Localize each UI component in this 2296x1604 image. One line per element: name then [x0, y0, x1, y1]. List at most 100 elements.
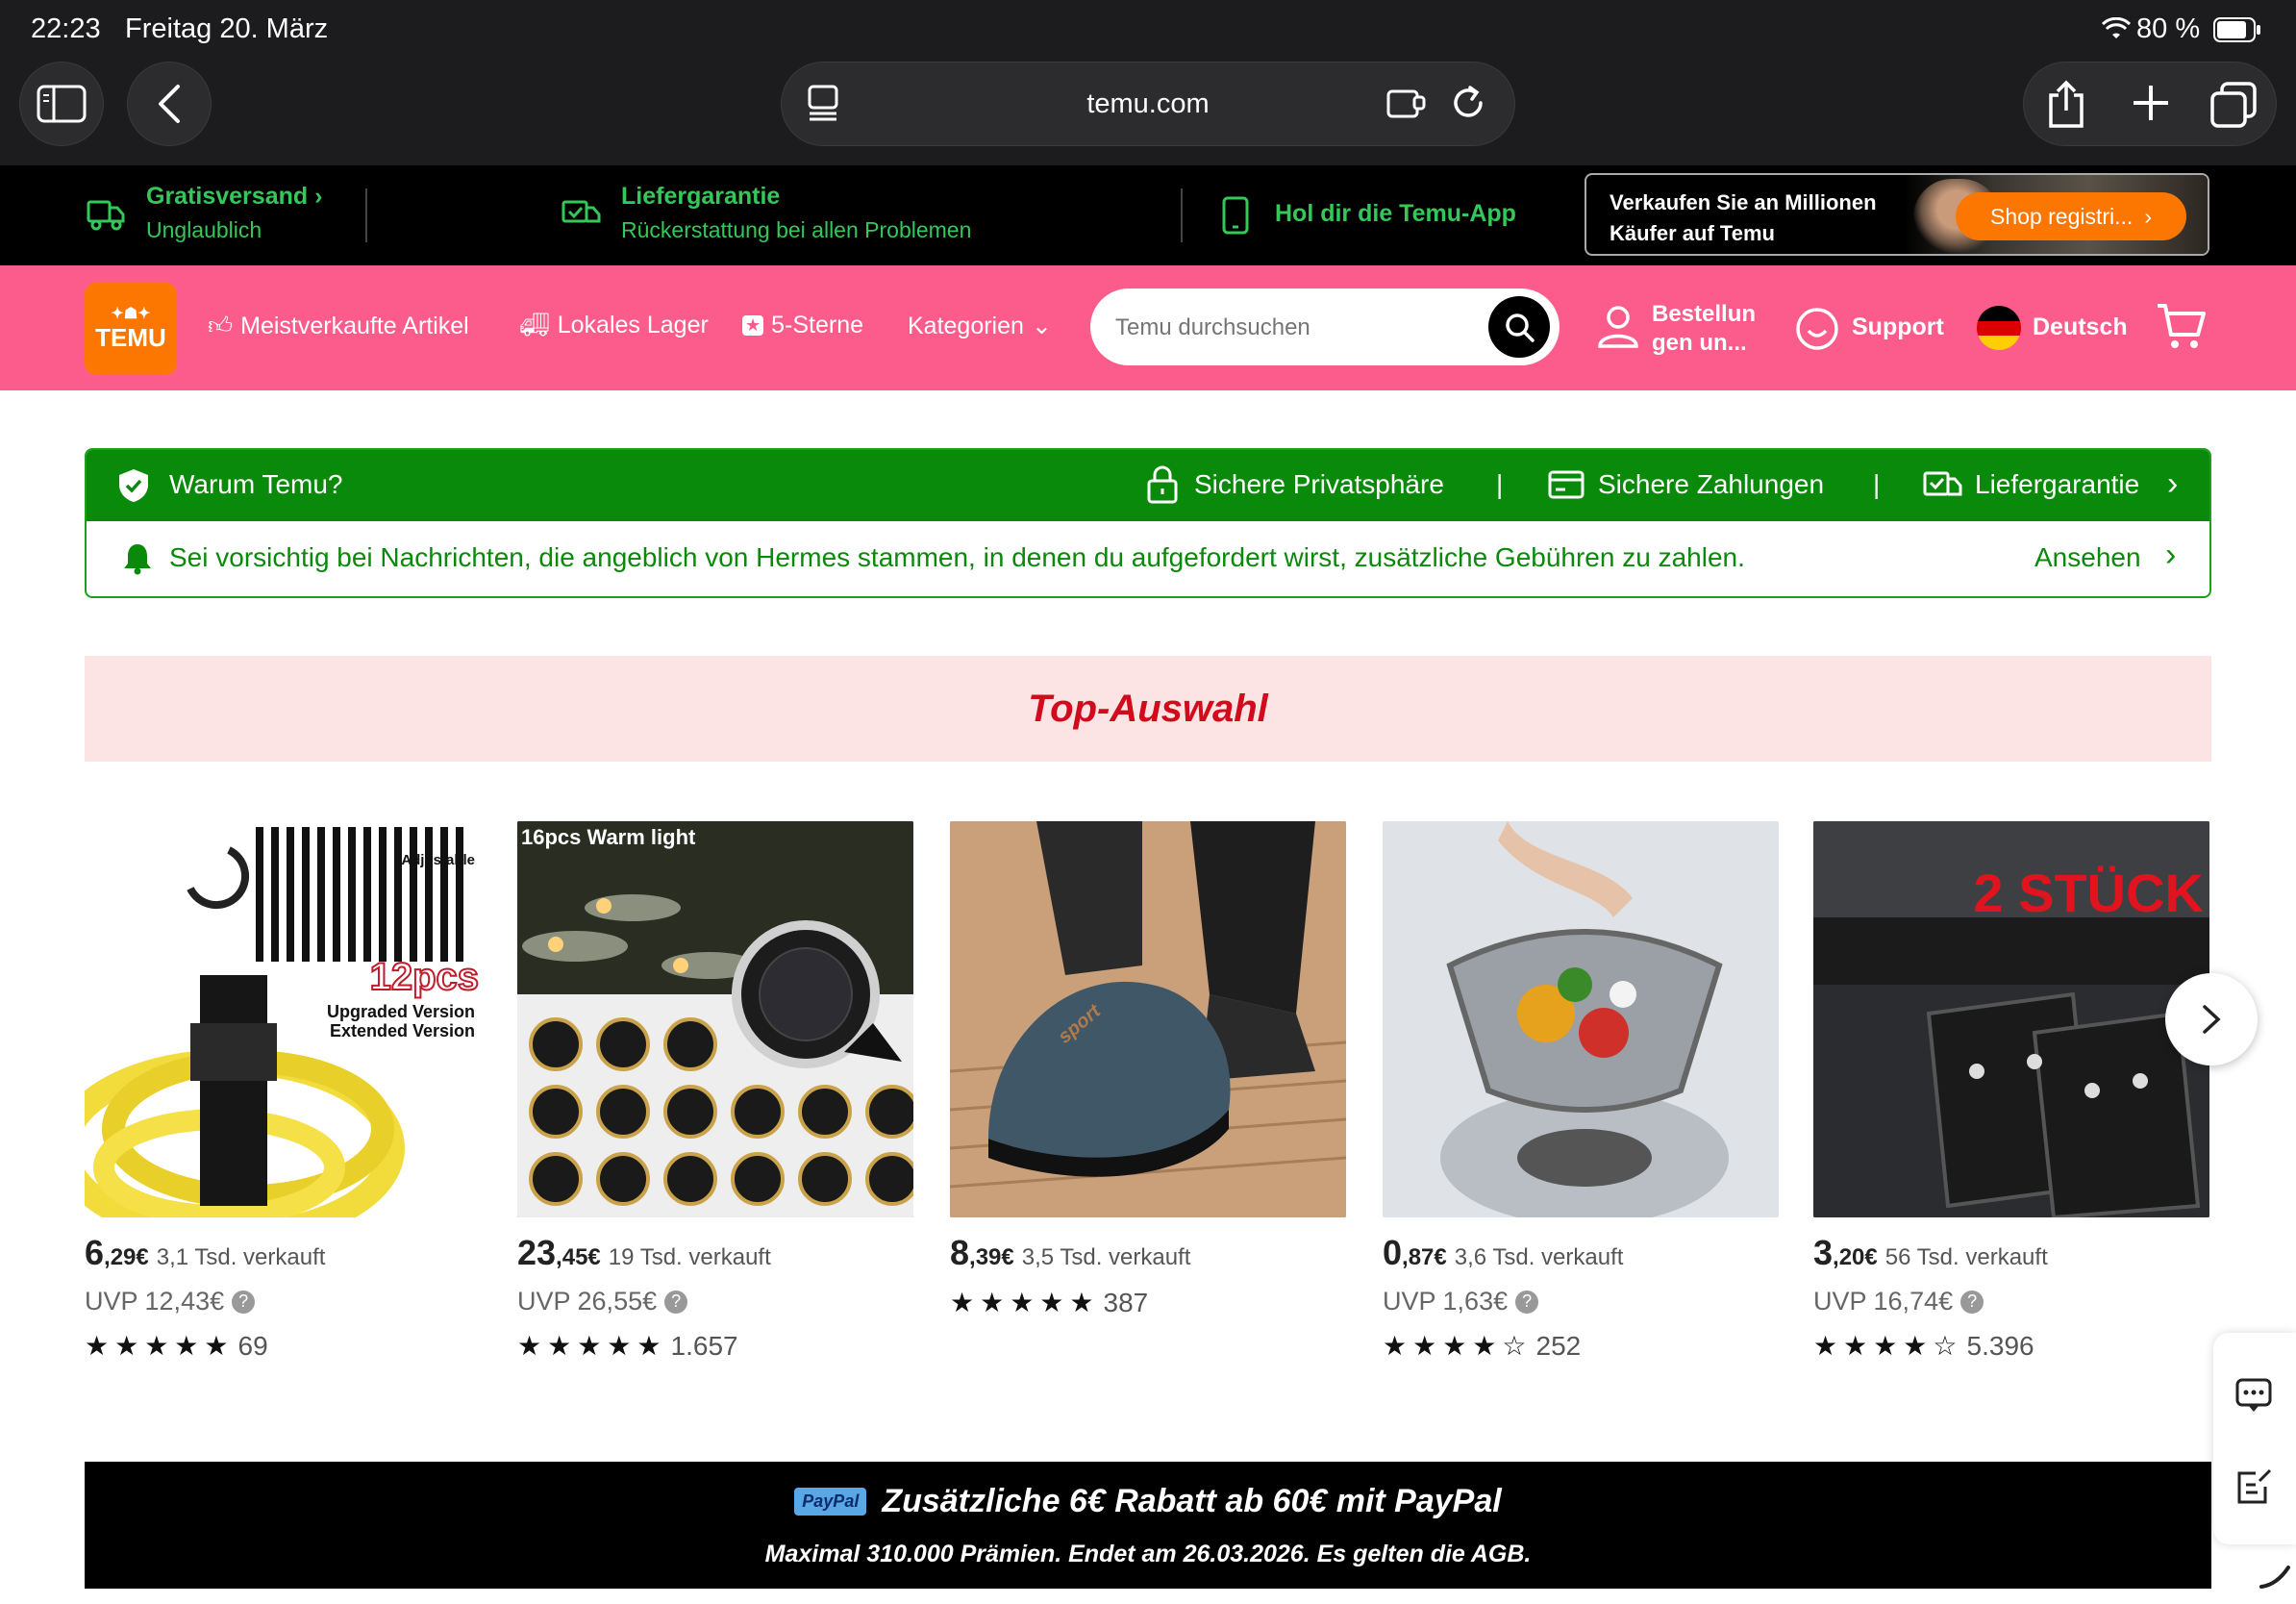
uvp-line: UVP 26,55€?	[517, 1287, 913, 1316]
image-label: 16pcs Warm light	[521, 825, 696, 849]
product-card[interactable]: 0,87€ 3,6 Tsd. verkauft UVP 1,63€? ★★★★☆…	[1383, 821, 1779, 1362]
price-decimal: ,87€	[1402, 1244, 1447, 1270]
battery-icon	[2213, 17, 2261, 47]
shop-register-button[interactable]: Shop registri... ›	[1956, 192, 2186, 240]
extension-icon[interactable]	[1385, 84, 1428, 127]
feedback-icon[interactable]	[2236, 1467, 2273, 1511]
paypal-title: Zusätzliche 6€ Rabatt ab 60€ mit PayPal	[882, 1483, 1502, 1519]
product-card[interactable]: 2 STÜCK 3,20€ 56 Tsd. verkauft UVP 16,74…	[1813, 821, 2209, 1362]
price-integer: 0	[1383, 1233, 1403, 1272]
product-card[interactable]: sport 8,39€ 3,5 Tsd. verkauft ★★★★★ 387	[950, 821, 1346, 1318]
rating: ★★★★★ 69	[85, 1330, 481, 1362]
star-rating: ★★★★☆	[1383, 1331, 1533, 1361]
why-temu-header[interactable]: Warum Temu? Sichere Privatsphäre | Siche…	[87, 450, 2209, 521]
search-button[interactable]	[1488, 296, 1550, 358]
browser-actions	[2023, 62, 2277, 146]
review-count: 252	[1535, 1330, 1582, 1361]
rating: ★★★★★ 387	[950, 1287, 1346, 1318]
help-icon[interactable]: ?	[1960, 1290, 1984, 1314]
uvp-line: UVP 16,74€?	[1813, 1287, 2209, 1316]
chat-icon[interactable]	[2234, 1377, 2273, 1418]
sold-count: 56 Tsd. verkauft	[1884, 1244, 2048, 1270]
new-tab-icon[interactable]	[2132, 84, 2170, 127]
side-widget-panel	[2213, 1333, 2296, 1544]
shipping-title[interactable]: Gratisversand ›	[146, 183, 322, 211]
uvp-price: UVP 12,43€	[85, 1287, 225, 1316]
product-image[interactable]	[1383, 821, 1779, 1217]
nav-categories[interactable]: Kategorien ⌄	[908, 312, 1052, 340]
paypal-title-row: PayPal Zusätzliche 6€ Rabatt ab 60€ mit …	[85, 1483, 2211, 1520]
delivery-check-icon	[562, 194, 602, 238]
share-icon[interactable]	[2045, 80, 2087, 135]
search-input[interactable]	[1113, 304, 1463, 352]
cart-icon[interactable]	[2156, 302, 2208, 357]
shipping-sub: Unglaublich	[146, 217, 262, 242]
price-integer: 3	[1813, 1233, 1834, 1272]
view-link[interactable]: Ansehen	[2034, 542, 2141, 573]
search-icon	[1506, 313, 1535, 342]
seller-line2: Käufer auf Temu	[1610, 221, 1775, 245]
sidebar-toggle-button[interactable]	[19, 62, 104, 146]
review-count: 1.657	[670, 1330, 738, 1361]
delivery-title: Liefergarantie	[621, 183, 781, 210]
promo-bar: Gratisversand › Unglaublich Liefergarant…	[0, 165, 2296, 265]
temu-logo[interactable]: ✦☗✦ TEMU	[85, 283, 177, 375]
delivery-sub: Rückerstattung bei allen Problemen	[621, 217, 972, 242]
product-image[interactable]: 16pcs Warm light	[517, 821, 913, 1217]
top-picks-banner[interactable]: Top-Auswahl	[85, 656, 2211, 762]
chevron-right-icon	[2203, 1005, 2221, 1034]
price-decimal: ,20€	[1833, 1244, 1878, 1270]
hermes-notice[interactable]: Sei vorsichtig bei Nachrichten, die ange…	[87, 521, 2209, 596]
paypal-promo[interactable]: PayPal Zusätzliche 6€ Rabatt ab 60€ mit …	[85, 1462, 2211, 1589]
sidebar-icon	[37, 85, 87, 123]
nav-five-star[interactable]: ★ 5-Sterne	[742, 312, 863, 339]
product-image[interactable]: 2 STÜCK	[1813, 821, 2209, 1217]
user-icon[interactable]	[1596, 304, 1640, 355]
divider	[1181, 188, 1183, 242]
bell-icon	[123, 542, 152, 582]
image-label: Extended Version	[329, 1021, 475, 1040]
rating: ★★★★☆ 5.396	[1813, 1330, 2209, 1362]
price-line: 8,39€ 3,5 Tsd. verkauft	[950, 1233, 1346, 1273]
tabs-overview-icon[interactable]	[2210, 82, 2257, 133]
product-image[interactable]: Adjustable 12pcs Upgraded Version Extend…	[85, 821, 481, 1217]
pencil-scribble-icon	[2258, 1564, 2292, 1595]
get-app-link[interactable]: Hol dir die Temu-App	[1275, 200, 1516, 228]
status-date: Freitag 20. März	[125, 13, 329, 44]
help-icon[interactable]: ?	[664, 1290, 688, 1314]
card-icon	[1548, 469, 1585, 507]
product-image[interactable]: sport	[950, 821, 1346, 1217]
phone-icon	[1221, 196, 1250, 239]
image-label: Adjustable	[401, 852, 475, 868]
chevron-right-icon: ›	[2167, 465, 2179, 502]
product-card[interactable]: Adjustable 12pcs Upgraded Version Extend…	[85, 821, 481, 1362]
logo-text: TEMU	[95, 322, 166, 352]
lock-icon	[1146, 465, 1179, 511]
separator: |	[1873, 469, 1881, 499]
seller-banner[interactable]: Verkaufen Sie an Millionen Käufer auf Te…	[1585, 173, 2209, 256]
back-button[interactable]	[127, 62, 212, 146]
payments-label: Sichere Zahlungen	[1598, 469, 1825, 499]
privacy-label: Sichere Privatsphäre	[1194, 469, 1444, 499]
logo-glyphs: ✦☗✦	[111, 305, 151, 322]
price-integer: 6	[85, 1233, 105, 1272]
help-icon[interactable]: ?	[1515, 1290, 1539, 1314]
nav-local-warehouse[interactable]: 🚚︎ Lokales Lager	[519, 312, 709, 339]
battery-percent: 80 %	[2136, 13, 2201, 44]
german-flag-icon[interactable]	[1977, 306, 2021, 350]
price-integer: 23	[517, 1233, 557, 1272]
carousel-next-button[interactable]	[2165, 973, 2258, 1065]
chevron-down-icon: ⌄	[1031, 313, 1052, 339]
nav-bestsellers[interactable]: 👍︎ Meistverkaufte Artikel	[208, 312, 469, 340]
language-selector[interactable]: Deutsch	[2033, 313, 2128, 341]
support-icon[interactable]	[1794, 306, 1840, 357]
product-card[interactable]: 16pcs Warm light 23,45€ 19 Tsd. verkauft…	[517, 821, 913, 1362]
orders-link[interactable]: Bestellun gen un...	[1652, 300, 1756, 358]
address-bar[interactable]: temu.com	[781, 62, 1515, 146]
solar-lights-image	[517, 821, 913, 1217]
help-icon[interactable]: ?	[232, 1290, 256, 1314]
price-line: 0,87€ 3,6 Tsd. verkauft	[1383, 1233, 1779, 1273]
reload-icon[interactable]	[1449, 84, 1487, 127]
sold-count: 3,1 Tsd. verkauft	[156, 1244, 326, 1270]
support-link[interactable]: Support	[1852, 313, 1944, 341]
